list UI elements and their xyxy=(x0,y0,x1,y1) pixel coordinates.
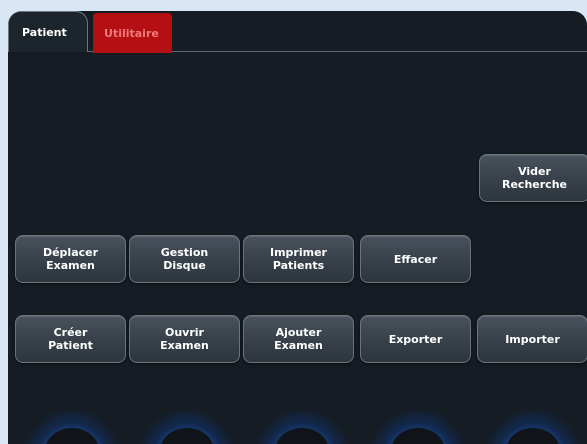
tab-utilitaire[interactable]: Utilitaire xyxy=(93,13,172,53)
deplacer-examen-button[interactable]: Déplacer Examen xyxy=(15,235,126,283)
ouvrir-examen-button[interactable]: Ouvrir Examen xyxy=(129,315,240,363)
tab-bar: Patient Utilitaire xyxy=(8,11,587,53)
importer-button[interactable]: Importer xyxy=(477,315,587,363)
rotary-knob-3[interactable] xyxy=(253,410,351,444)
creer-patient-button[interactable]: Créer Patient xyxy=(15,315,126,363)
vider-recherche-button[interactable]: Vider Recherche xyxy=(479,154,587,202)
ajouter-examen-button[interactable]: Ajouter Examen xyxy=(243,315,354,363)
rotary-knob-1[interactable] xyxy=(23,410,121,444)
touch-panel: Patient Utilitaire Vider Recherche Dépla… xyxy=(8,11,587,444)
tab-patient[interactable]: Patient xyxy=(8,11,88,52)
imprimer-patients-button[interactable]: Imprimer Patients xyxy=(243,235,354,283)
rotary-knob-2[interactable] xyxy=(138,410,236,444)
rotary-knob-5[interactable] xyxy=(484,410,582,444)
exporter-button[interactable]: Exporter xyxy=(360,315,471,363)
rotary-knob-4[interactable] xyxy=(369,410,467,444)
gestion-disque-button[interactable]: Gestion Disque xyxy=(129,235,240,283)
effacer-button[interactable]: Effacer xyxy=(360,235,471,283)
